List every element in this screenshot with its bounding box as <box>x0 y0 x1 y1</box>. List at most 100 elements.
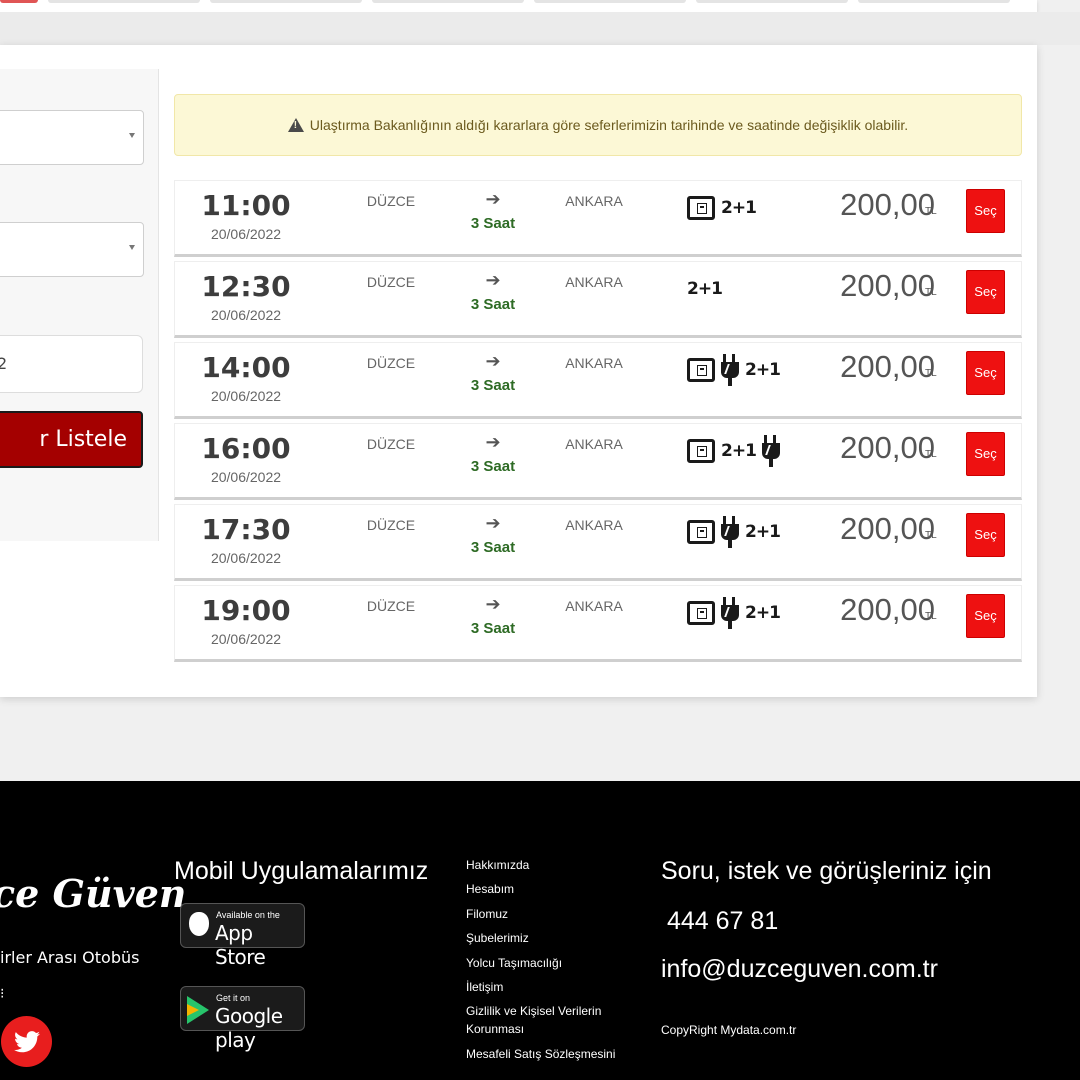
contact-email[interactable]: info@duzceguven.com.tr <box>661 955 938 984</box>
notice-text: Ulaştırma Bakanlığının aldığı kararlara … <box>309 117 909 133</box>
trip-destination: ANKARA <box>565 436 623 452</box>
google-play-icon <box>187 996 209 1024</box>
date-tab[interactable] <box>858 0 1010 3</box>
trip-destination: ANKARA <box>565 274 623 290</box>
bolt-icon <box>765 445 777 455</box>
date-tab[interactable] <box>372 0 524 3</box>
footer: ce Güven irler Arası Otobüs ⁝ Mobil Uygu… <box>0 781 1080 1080</box>
trip-destination: ANKARA <box>565 355 623 371</box>
plug-cable <box>768 459 773 467</box>
bolt-icon <box>724 364 736 374</box>
trip-features: 2+1 <box>687 435 780 467</box>
app-store-small: Available on the <box>216 910 280 920</box>
footer-link-contact[interactable]: İletişim <box>466 978 636 996</box>
search-panel: 2 r Listele <box>0 69 159 541</box>
tv-screen-icon <box>687 520 715 544</box>
trip-destination: ANKARA <box>565 598 623 614</box>
select-trip-button[interactable]: Seç <box>966 432 1005 476</box>
trip-time: 14:00 <box>201 351 291 384</box>
trip-currency: TL <box>925 449 937 460</box>
copyright-text: CopyRight Mydata.com.tr <box>661 1023 797 1037</box>
trip-date: 20/06/2022 <box>210 550 282 566</box>
arrow-right-icon: ➔ <box>485 432 501 452</box>
page-background <box>0 12 1080 45</box>
arrival-select[interactable] <box>0 222 144 277</box>
trip-currency: TL <box>925 287 937 298</box>
trip-row: 17:30 20/06/2022 DÜZCE ➔ 3 Saat ANKARA 2+1 200,… <box>174 504 1022 581</box>
trip-duration: 3 Saat <box>470 539 516 556</box>
seat-layout-icon: 2+1 <box>721 441 757 461</box>
trip-row: 14:00 20/06/2022 DÜZCE ➔ 3 Saat ANKARA 2+1 200,… <box>174 342 1022 419</box>
tv-screen-icon <box>687 601 715 625</box>
tv-screen-icon <box>687 358 715 382</box>
trip-features: 2+1 <box>687 193 757 223</box>
footer-link-passenger-transport[interactable]: Yolcu Taşımacılığı <box>466 954 636 972</box>
date-tab[interactable] <box>534 0 686 3</box>
date-tab[interactable] <box>210 0 362 3</box>
power-plug-icon <box>721 597 739 629</box>
arrow-right-icon: ➔ <box>485 513 501 533</box>
trip-price: 200,00 <box>840 349 935 384</box>
trip-currency: TL <box>925 530 937 541</box>
tv-screen-icon <box>687 196 715 220</box>
contact-title: Soru, istek ve görüşleriniz için <box>661 857 992 885</box>
google-play-button[interactable]: Get it on Google play <box>180 986 305 1052</box>
footer-link-privacy[interactable]: Gizlilik ve Kişisel Verilerin Korunması <box>466 1002 636 1038</box>
date-tab[interactable] <box>0 0 38 3</box>
list-trips-button[interactable]: r Listele <box>0 411 143 468</box>
chevron-down-icon <box>129 133 135 138</box>
trip-date: 20/06/2022 <box>210 226 282 242</box>
trip-price: 200,00 <box>840 511 935 546</box>
trip-origin: DÜZCE <box>366 355 416 371</box>
footer-link-about[interactable]: Hakkımızda <box>466 856 636 874</box>
select-trip-button[interactable]: Seç <box>966 594 1005 638</box>
trip-price: 200,00 <box>840 268 935 303</box>
power-plug-icon <box>721 354 739 386</box>
trip-time: 16:00 <box>201 432 291 465</box>
warning-icon <box>287 118 304 132</box>
trip-price: 200,00 <box>840 592 935 627</box>
bolt-icon <box>724 526 736 536</box>
brand-tagline: irler Arası Otobüs <box>0 948 140 967</box>
trip-features: 2+1 <box>687 274 723 304</box>
trip-row: 16:00 20/06/2022 DÜZCE ➔ 3 Saat ANKARA 2+1 200,… <box>174 423 1022 500</box>
seat-layout-icon: 2+1 <box>721 198 757 218</box>
select-trip-button[interactable]: Seç <box>966 189 1005 233</box>
date-input-value: 2 <box>0 354 8 373</box>
select-trip-button[interactable]: Seç <box>966 513 1005 557</box>
power-plug-icon <box>761 435 780 467</box>
trip-time: 17:30 <box>201 513 291 546</box>
trip-currency: TL <box>925 368 937 379</box>
trip-row: 12:30 20/06/2022 DÜZCE ➔ 3 Saat ANKARA 2+1 200,… <box>174 261 1022 338</box>
brand-logo[interactable]: ce Güven <box>0 871 187 916</box>
apple-icon <box>189 912 209 936</box>
trip-date: 20/06/2022 <box>210 388 282 404</box>
trip-origin: DÜZCE <box>366 193 416 209</box>
trip-duration: 3 Saat <box>470 620 516 637</box>
trip-origin: DÜZCE <box>366 274 416 290</box>
date-tab[interactable] <box>696 0 848 3</box>
app-store-button[interactable]: Available on the App Store <box>180 903 305 969</box>
mobile-apps-title: Mobil Uygulamalarımız <box>174 857 429 885</box>
trip-duration: 3 Saat <box>470 215 516 232</box>
trip-origin: DÜZCE <box>366 517 416 533</box>
footer-link-branches[interactable]: Şubelerimiz <box>466 929 636 947</box>
footer-link-fleet[interactable]: Filomuz <box>466 905 636 923</box>
trip-date: 20/06/2022 <box>210 631 282 647</box>
arrow-right-icon: ➔ <box>485 594 501 614</box>
date-input[interactable]: 2 <box>0 335 143 393</box>
seat-layout-icon: 2+1 <box>745 603 781 623</box>
select-trip-button[interactable]: Seç <box>966 351 1005 395</box>
select-trip-button[interactable]: Seç <box>966 270 1005 314</box>
date-tab[interactable] <box>48 0 200 3</box>
plug-cable <box>728 621 732 629</box>
contact-phone[interactable]: 444 67 81 <box>667 907 778 936</box>
trip-duration: 3 Saat <box>470 377 516 394</box>
departure-select[interactable] <box>0 110 144 165</box>
twitter-icon[interactable] <box>1 1016 52 1067</box>
plug-cable <box>728 540 732 548</box>
trip-duration: 3 Saat <box>470 296 516 313</box>
footer-link-account[interactable]: Hesabım <box>466 880 636 898</box>
trip-date: 20/06/2022 <box>210 469 282 485</box>
footer-link-distance-sales[interactable]: Mesafeli Satış Sözleşmesini <box>466 1045 636 1063</box>
